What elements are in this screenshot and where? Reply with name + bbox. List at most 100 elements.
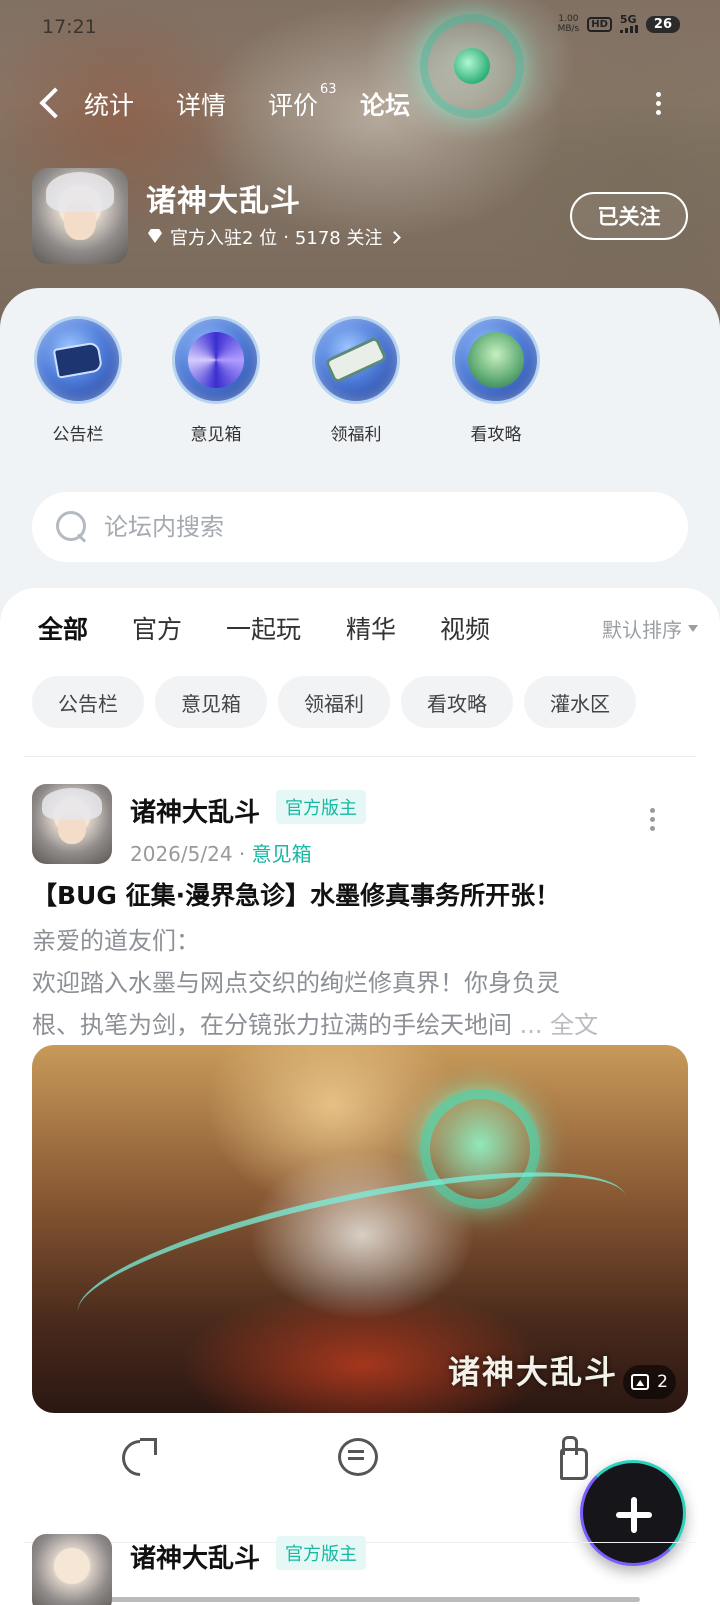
game-profile: 诸神大乱斗 官方入驻2 位 · 5178 关注 已关注 <box>32 168 688 264</box>
signal-icon: 5G <box>619 13 638 33</box>
meta-separator: · <box>283 226 289 248</box>
tab-details-label: 详情 <box>176 91 227 120</box>
feed-tab-label: 视频 <box>440 615 491 644</box>
status-bar: 17:21 1.00 MB/s HD 5G 26 <box>42 14 680 40</box>
feed-tab-featured[interactable]: 精华 <box>346 610 396 646</box>
jade-cabbage-icon <box>452 316 540 404</box>
author-avatar[interactable] <box>32 1534 112 1605</box>
quick-link-label: 意见箱 <box>190 425 242 445</box>
post-image[interactable]: 诸神大乱斗 2 <box>32 1045 688 1413</box>
gallery-icon <box>631 1374 650 1390</box>
feed-tab-label: 全部 <box>38 615 89 644</box>
post-excerpt: 亲爱的道友们： 欢迎踏入水墨与网点交织的绚烂修真界！你身负灵 根、执笔为剑，在分… <box>32 920 692 1046</box>
tab-stats-label: 统计 <box>84 91 135 120</box>
comment-icon[interactable] <box>336 1436 378 1476</box>
ellipsis: ... <box>512 1011 551 1039</box>
post-excerpt-line: 欢迎踏入水墨与网点交织的绚烂修真界！你身负灵 <box>32 969 560 997</box>
moderator-badge: 官方版主 <box>276 790 366 824</box>
chip-rewards[interactable]: 领福利 <box>278 676 390 728</box>
chip-feedback[interactable]: 意见箱 <box>155 676 267 728</box>
quick-link-guides[interactable]: 看攻略 <box>446 316 546 445</box>
follow-button[interactable]: 已关注 <box>570 192 688 240</box>
post-excerpt-line: 根、执笔为剑，在分镜张力拉满的手绘天地间 <box>32 1011 512 1039</box>
tab-reviews[interactable]: 评价 63 <box>268 82 337 122</box>
quick-link-rewards[interactable]: 领福利 <box>306 316 406 445</box>
sort-label: 默认排序 <box>602 618 682 642</box>
feed-tab-label: 精华 <box>346 615 397 644</box>
quick-link-bulletin[interactable]: 公告栏 <box>28 316 128 445</box>
divider <box>24 756 696 757</box>
battery-icon: 26 <box>645 15 680 33</box>
author-name[interactable]: 诸神大乱斗 <box>130 1538 260 1575</box>
post-card[interactable]: 诸神大乱斗 官方版主 <box>0 1534 720 1605</box>
quick-link-label: 看攻略 <box>470 425 522 445</box>
hd-icon: HD <box>587 16 612 32</box>
tab-forum[interactable]: 论坛 <box>356 86 415 126</box>
tab-stats[interactable]: 统计 <box>84 86 134 122</box>
game-title: 诸神大乱斗 <box>146 184 301 219</box>
chip-guides[interactable]: 看攻略 <box>401 676 513 728</box>
post-date: 2026/5/24 <box>130 842 233 866</box>
author-avatar[interactable] <box>32 784 112 864</box>
tab-forum-label: 论坛 <box>360 91 411 120</box>
quick-link-label: 公告栏 <box>52 425 104 445</box>
network-speed-unit: MB/s <box>557 24 580 34</box>
feed-tab-official[interactable]: 官方 <box>132 610 182 646</box>
meta-separator: · <box>238 842 246 866</box>
sort-dropdown[interactable]: 默认排序 <box>602 614 698 643</box>
network-speed-value: 1.00 <box>558 14 579 24</box>
like-icon[interactable] <box>548 1436 588 1480</box>
banner-overlay <box>0 0 720 330</box>
share-icon[interactable] <box>120 1436 160 1476</box>
chip-bulletin[interactable]: 公告栏 <box>32 676 144 728</box>
forum-search-bar[interactable] <box>32 492 688 562</box>
scroll-icon <box>312 316 400 404</box>
follower-count: 5178 关注 <box>294 228 383 249</box>
game-header-banner: 17:21 1.00 MB/s HD 5G 26 统计 详情 评价 63 论坛 <box>0 0 720 330</box>
bulletin-flag-icon <box>34 316 122 404</box>
quick-links: 公告栏 意见箱 领福利 看攻略 <box>34 316 556 446</box>
category-chips: 公告栏 意见箱 领福利 看攻略 灌水区 <box>32 676 692 728</box>
game-stats-link[interactable]: 官方入驻2 位 · 5178 关注 <box>146 224 402 250</box>
feed-tab-play-together[interactable]: 一起玩 <box>226 610 301 646</box>
tab-details[interactable]: 详情 <box>176 86 226 122</box>
search-icon <box>54 509 88 543</box>
read-more-link[interactable]: 全文 <box>550 1011 598 1039</box>
post-category[interactable]: 意见箱 <box>252 842 312 866</box>
status-time: 17:21 <box>42 16 97 38</box>
caret-down-icon <box>688 625 698 632</box>
galaxy-icon <box>172 316 260 404</box>
chevron-right-icon <box>388 230 402 244</box>
post-title: 【BUG 征集·漫界急诊】水墨修真事务所开张！ <box>32 881 561 910</box>
chip-chat[interactable]: 灌水区 <box>524 676 636 728</box>
quick-link-label: 领福利 <box>330 425 382 445</box>
feed-tab-label: 一起玩 <box>226 615 302 644</box>
review-count: 63 <box>320 82 337 97</box>
feed-tab-label: 官方 <box>132 615 183 644</box>
top-nav: 统计 详情 评价 63 论坛 <box>0 78 720 128</box>
diamond-icon <box>146 229 164 245</box>
author-name[interactable]: 诸神大乱斗 <box>130 792 260 829</box>
network-speed: 1.00 MB/s <box>558 14 580 34</box>
moderator-badge: 官方版主 <box>276 1536 366 1570</box>
quick-link-feedback[interactable]: 意见箱 <box>166 316 266 445</box>
game-avatar[interactable] <box>32 168 128 264</box>
more-options-icon[interactable] <box>654 92 662 118</box>
network-type: 5G <box>619 13 637 26</box>
search-input[interactable] <box>104 492 664 562</box>
status-icons: 1.00 MB/s HD 5G 26 <box>558 14 680 34</box>
feed-tab-all[interactable]: 全部 <box>36 610 91 652</box>
tab-reviews-label: 评价 <box>268 91 319 120</box>
active-feed-tab-indicator <box>36 643 91 652</box>
back-arrow-icon[interactable] <box>36 86 66 122</box>
official-rank: 官方入驻2 位 <box>170 228 278 249</box>
post-excerpt-line: 亲爱的道友们： <box>32 927 200 955</box>
post-meta: 2026/5/24 · 意见箱 <box>130 838 312 867</box>
post-more-icon[interactable] <box>650 808 656 832</box>
feed-tab-video[interactable]: 视频 <box>440 610 490 646</box>
image-count: 2 <box>657 1372 668 1392</box>
home-indicator[interactable] <box>100 1597 640 1602</box>
feed-tabs: 全部 官方 一起玩 精华 视频 默认排序 <box>36 610 698 654</box>
image-count-badge: 2 <box>623 1365 676 1399</box>
game-logo: 诸神大乱斗 <box>447 1353 618 1391</box>
